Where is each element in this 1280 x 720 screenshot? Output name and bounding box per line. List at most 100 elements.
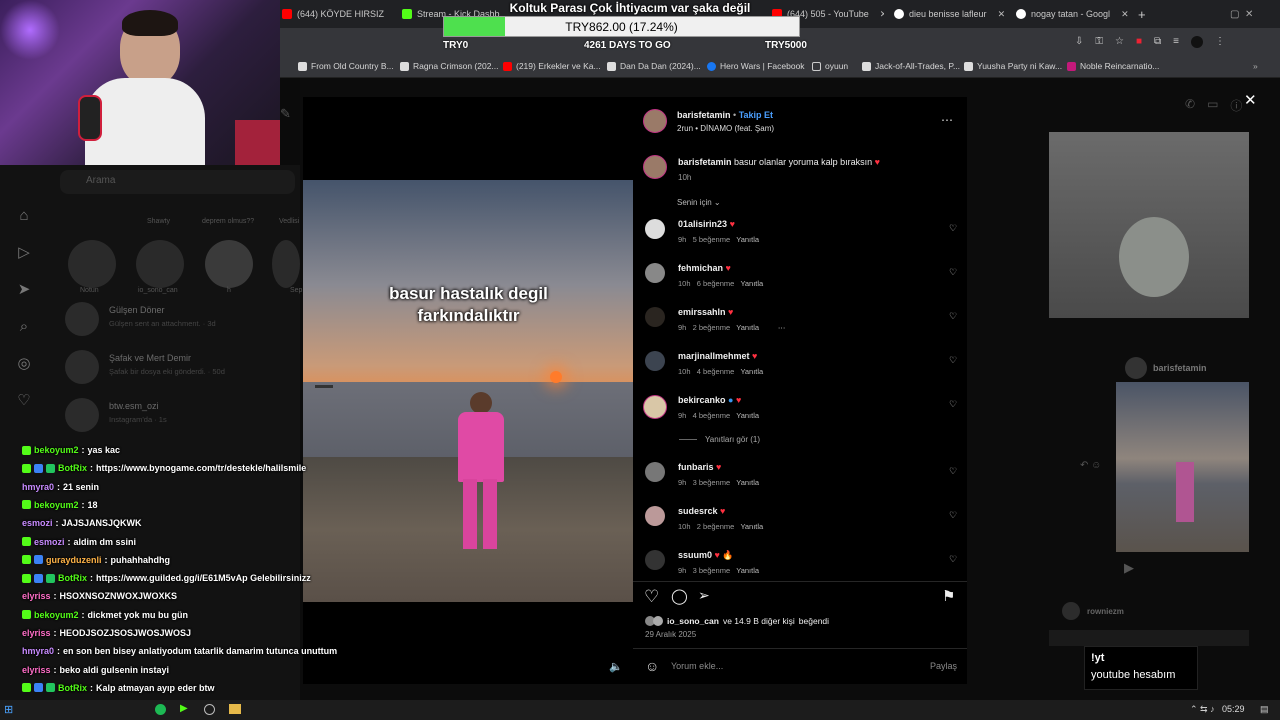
reply-button[interactable]: Yanıtla	[740, 279, 763, 288]
avatar[interactable]	[645, 307, 665, 327]
reply-button[interactable]: Yanıtla	[736, 411, 759, 420]
avatar[interactable]	[645, 506, 665, 526]
notification-icon[interactable]: ▤	[1260, 704, 1269, 715]
close-icon[interactable]: ✕	[880, 9, 884, 20]
new-tab-button[interactable]: +	[1138, 4, 1146, 24]
comment-username[interactable]: marjinallmehmet ♥	[678, 351, 757, 361]
reply-button[interactable]: Yanıtla	[736, 235, 759, 244]
post-comment-button[interactable]: Paylaş	[930, 661, 957, 671]
comment-username[interactable]: sudesrck ♥	[678, 506, 725, 516]
browser-tab[interactable]: (644) KÖYDE HIRSIZ ✕	[282, 4, 392, 24]
bookmark[interactable]: (219) Erkekler ve Ka...	[503, 61, 601, 71]
chat-username[interactable]: elyriss	[22, 628, 51, 638]
comment-username[interactable]: fehmichan ♥	[678, 263, 731, 273]
follow-button[interactable]: Takip Et	[739, 110, 773, 120]
author-avatar[interactable]	[643, 155, 667, 179]
tray-icons[interactable]: ⌃ ⇆ ♪	[1190, 704, 1215, 715]
story-avatar[interactable]	[272, 240, 300, 288]
reply-button[interactable]: Yanıtla	[736, 323, 759, 332]
comment-input[interactable]: Yorum ekle...	[671, 661, 723, 671]
chat-username[interactable]: elyriss	[22, 665, 51, 675]
shared-post-image[interactable]	[1049, 132, 1249, 318]
bookmark[interactable]: Hero Wars | Facebook	[707, 61, 805, 71]
story-avatar[interactable]	[205, 240, 253, 288]
reply-button[interactable]: Yanıtla	[736, 478, 759, 487]
bookmark[interactable]: Dan Da Dan (2024)...	[607, 61, 701, 71]
extensions-icon[interactable]: ⧉	[1154, 36, 1161, 48]
key-icon[interactable]: ⚿	[1095, 36, 1103, 48]
home-icon[interactable]: ⌂	[15, 207, 33, 225]
chat-username[interactable]: hmyra0	[22, 482, 54, 492]
close-icon[interactable]: ✕	[1244, 91, 1257, 109]
author-username[interactable]: barisfetamin	[677, 110, 731, 120]
compose-icon[interactable]: ✎	[280, 106, 291, 122]
dm-list-item[interactable]: Gülşen Döner Gülşen sent an attachment. …	[60, 302, 300, 342]
like-comment-icon[interactable]: ♡	[949, 399, 957, 410]
close-icon[interactable]: ✕	[1121, 9, 1128, 20]
mute-icon[interactable]: 🔈	[609, 660, 623, 674]
chat-username[interactable]: esmozi	[22, 518, 53, 528]
comment-username[interactable]: emirssahln ♥	[678, 307, 733, 317]
adblock-icon[interactable]: ■	[1136, 36, 1142, 48]
info-icon[interactable]: ⓘ	[1230, 97, 1242, 114]
like-comment-icon[interactable]: ♡	[949, 355, 957, 366]
chat-username[interactable]: BotRix	[58, 573, 87, 583]
reel-video[interactable]: basur hastalık degil farkındalıktır 🔈	[303, 97, 634, 684]
chat-username[interactable]: esmozi	[34, 537, 65, 547]
avatar[interactable]	[645, 462, 665, 482]
obs-icon[interactable]	[204, 704, 215, 715]
avatar[interactable]	[643, 395, 667, 419]
phone-icon[interactable]: ✆	[1185, 97, 1195, 114]
menu-icon[interactable]: ≡	[1173, 36, 1179, 48]
avatar[interactable]	[645, 219, 665, 239]
avatar[interactable]	[645, 263, 665, 283]
shared-post-preview[interactable]	[1049, 630, 1249, 646]
reels-icon[interactable]: ▷	[15, 244, 33, 262]
like-comment-icon[interactable]: ♡	[949, 510, 957, 521]
bookmarks-overflow[interactable]: »	[1253, 61, 1258, 71]
view-replies-button[interactable]: Yanıtları gör (1)	[679, 435, 760, 444]
author-username[interactable]: barisfetamin	[678, 157, 732, 167]
comment-username[interactable]: ssuum0 ♥ 🔥	[678, 550, 734, 561]
author-avatar[interactable]	[643, 109, 667, 133]
chat-username[interactable]: bekoyum2	[34, 445, 79, 455]
send-icon[interactable]: ➤	[15, 281, 33, 299]
windows-start-icon[interactable]: ⊞	[4, 703, 13, 716]
reply-arrows-icon[interactable]: ↶ ☺	[1080, 460, 1101, 471]
comment-options-icon[interactable]: ⋯	[778, 323, 786, 332]
avatar[interactable]	[1062, 602, 1080, 620]
audio-label[interactable]: 2run • DİNAMO (feat. Şam)	[677, 124, 774, 133]
star-icon[interactable]: ☆	[1115, 36, 1124, 48]
avatar[interactable]	[645, 351, 665, 371]
emoji-icon[interactable]: ☺	[645, 658, 659, 674]
reply-button[interactable]: Yanıtla	[740, 367, 763, 376]
browser-tab[interactable]: dieu benisse lafleur ✕	[894, 4, 1009, 24]
bookmark[interactable]: Jack-of-All-Trades, P...	[862, 61, 960, 71]
explore-icon[interactable]: ◎	[15, 355, 33, 373]
more-options-icon[interactable]: ⋯	[941, 113, 953, 127]
like-comment-icon[interactable]: ♡	[949, 267, 957, 278]
profile-avatar[interactable]	[1191, 36, 1204, 48]
clock[interactable]: 05:29	[1222, 704, 1245, 714]
close-icon[interactable]: ✕	[998, 9, 1006, 20]
reel-icon[interactable]: ▶	[1124, 560, 1134, 576]
avatar[interactable]	[645, 550, 665, 570]
reply-button[interactable]: Yanıtla	[740, 522, 763, 531]
avatar[interactable]	[1125, 357, 1147, 379]
share-icon[interactable]: ➢	[698, 587, 710, 604]
comment-username[interactable]: 01alisirin23 ♥	[678, 219, 735, 229]
bookmark-icon[interactable]: ⚑	[942, 587, 955, 605]
comment-username[interactable]: funbaris ♥	[678, 462, 721, 472]
install-icon[interactable]: ⇩	[1075, 36, 1083, 48]
window-controls[interactable]: ▢ ✕	[1230, 4, 1253, 24]
comment-icon[interactable]: ◯	[671, 587, 688, 605]
story-avatar[interactable]	[68, 240, 116, 288]
kick-icon[interactable]: ▶	[180, 703, 188, 714]
chat-username[interactable]: elyriss	[22, 591, 51, 601]
search-input[interactable]: Arama	[60, 170, 295, 194]
liked-by-user[interactable]: io_sono_can	[667, 616, 719, 626]
video-call-icon[interactable]: ▭	[1207, 97, 1218, 114]
spotify-icon[interactable]	[155, 704, 166, 715]
comment-username[interactable]: bekircanko ● ♥	[678, 395, 741, 405]
browser-tab[interactable]: nogay tatan - Googl ✕	[1016, 4, 1128, 24]
